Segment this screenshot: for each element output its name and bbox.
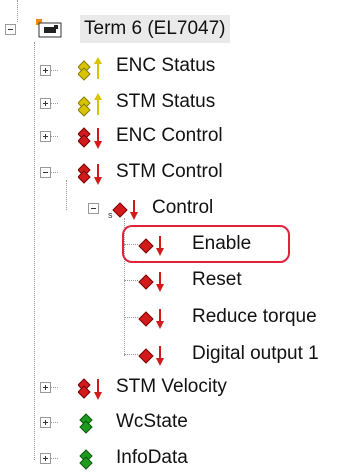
tree-node-label: Reduce torque [192, 306, 317, 327]
output-red-arrow-down-icon [78, 378, 102, 400]
tree-node-label: STM Status [116, 91, 216, 112]
svg-text:s: s [108, 210, 113, 220]
tree-node-enable[interactable]: Enable [138, 230, 251, 258]
expand-toggle-enc-status[interactable] [40, 65, 51, 76]
input-yellow-arrow-up-icon [78, 93, 102, 117]
tree-node-reduce-torque[interactable]: Reduce torque [138, 303, 317, 331]
output-red-arrow-down-icon [138, 309, 164, 329]
output-red-arrow-down-icon [138, 346, 164, 366]
tree-connector [124, 317, 138, 318]
tree-node-label: Digital output 1 [192, 343, 319, 364]
tree-node-control[interactable]: s Control [108, 194, 213, 222]
tree-connector [66, 180, 67, 210]
expand-toggle-enc-control[interactable] [40, 131, 51, 142]
tree-node-enc-status[interactable]: ENC Status [78, 52, 216, 81]
tree-node-stm-velocity[interactable]: STM Velocity [78, 373, 227, 401]
expand-toggle-wcstate[interactable] [40, 417, 51, 428]
output-red-arrow-down-icon [138, 236, 164, 256]
tree-connector [34, 42, 35, 460]
input-yellow-arrow-up-icon [78, 57, 102, 81]
tree-node-enc-control[interactable]: ENC Control [78, 122, 223, 150]
tree-node-label: Reset [192, 269, 242, 290]
collapse-toggle-term6[interactable] [5, 24, 16, 35]
collapse-toggle-stm-control[interactable] [40, 167, 51, 178]
output-red-arrow-down-icon [78, 163, 102, 185]
tree-node-term6[interactable]: Term 6 (EL7047) [36, 15, 230, 43]
tree-node-label: ENC Status [116, 55, 216, 76]
output-red-arrow-down-icon [78, 127, 102, 149]
tree-node-label: Control [152, 197, 214, 218]
terminal-module-icon [36, 19, 62, 38]
tree-node-infodata[interactable]: InfoData [78, 444, 188, 472]
tree-node-label: STM Velocity [116, 376, 227, 397]
output-red-arrow-down-icon [138, 272, 164, 292]
tree-node-label: Term 6 (EL7047) [80, 15, 230, 43]
output-red-arrow-down-icon: s [108, 200, 138, 220]
tree-node-stm-status[interactable]: STM Status [78, 88, 216, 117]
tree-node-label: InfoData [116, 447, 188, 468]
tree-node-reset[interactable]: Reset [138, 266, 242, 294]
tree-connector [17, 0, 18, 22]
tree-node-wcstate[interactable]: WcState [78, 408, 188, 436]
tree-connector [124, 280, 138, 281]
tree-node-label: ENC Control [116, 125, 223, 146]
tree-node-stm-control[interactable]: STM Control [78, 158, 223, 186]
expand-toggle-stm-status[interactable] [40, 98, 51, 109]
expand-toggle-stm-velocity[interactable] [40, 382, 51, 393]
tree-node-label: STM Control [116, 161, 223, 182]
collapse-toggle-control[interactable] [88, 203, 99, 214]
tree-node-digital-output-1[interactable]: Digital output 1 [138, 340, 319, 368]
tree-node-label: Enable [192, 233, 252, 254]
tree-node-label: WcState [116, 411, 188, 432]
green-input-icon [79, 449, 93, 470]
green-input-icon [79, 413, 93, 434]
expand-toggle-infodata[interactable] [40, 453, 51, 464]
tree-connector [124, 354, 138, 355]
